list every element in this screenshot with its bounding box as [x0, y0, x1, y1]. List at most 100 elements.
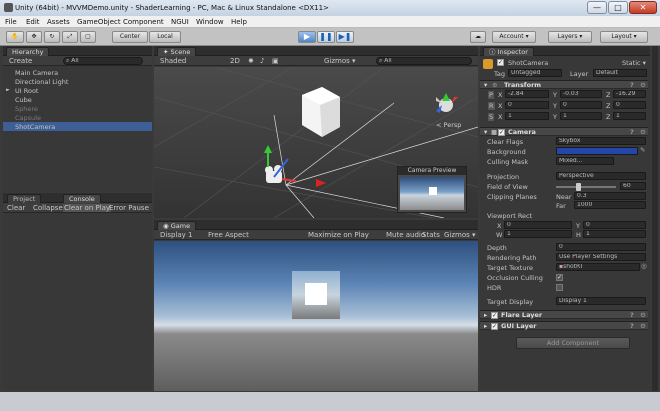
game-gizmos-dropdown[interactable]: Gizmos ▾ [444, 231, 476, 239]
hierarchy-item[interactable]: Directional Light [3, 77, 152, 86]
target-texture-field[interactable]: ▪shotRT [556, 263, 640, 271]
camera-enabled-checkbox[interactable]: ✓ [498, 129, 505, 136]
depth-input[interactable]: 0 [556, 243, 646, 251]
tab-hierarchy[interactable]: Hierarchy [6, 47, 50, 56]
occlusion-culling-checkbox[interactable]: ✓ [556, 274, 563, 281]
scene-gizmos-dropdown[interactable]: Gizmos ▾ [324, 57, 356, 65]
gui-layer-header[interactable]: ▸ ✓ GUI Layer ? ⚙ [480, 321, 648, 330]
tab-console[interactable]: Console [63, 194, 101, 203]
help-icon[interactable]: ? [630, 311, 634, 319]
pivot-center-button[interactable]: Center [112, 31, 148, 43]
clear-flags-dropdown[interactable]: Skybox [556, 137, 646, 145]
console-error-pause-button[interactable]: Error Pause [109, 204, 149, 212]
object-name-field[interactable]: ShotCamera [508, 59, 548, 67]
hierarchy-search-input[interactable]: ⌕ All [63, 57, 143, 65]
y-value-input[interactable]: -0.03 [560, 90, 602, 98]
fov-slider-handle[interactable] [576, 183, 581, 191]
menu-component[interactable]: Component [123, 18, 164, 26]
layers-dropdown[interactable]: Layers ▾ [548, 31, 592, 43]
rendering-path-dropdown[interactable]: Use Player Settings [556, 253, 646, 261]
fov-slider-track[interactable] [556, 186, 616, 188]
projection-dropdown[interactable]: Perspective [556, 172, 646, 180]
lighting-toggle-icon[interactable]: ✹ [248, 57, 254, 65]
gui-layer-checkbox[interactable]: ✓ [491, 323, 498, 330]
transform-header[interactable]: ▾ ⊕ Transform ? ⚙ [480, 80, 648, 89]
hierarchy-item[interactable]: Main Camera [3, 68, 152, 77]
viewport-x-input[interactable]: 0 [504, 221, 572, 229]
pause-button[interactable]: ❚❚ [317, 31, 335, 43]
help-icon[interactable]: ? [630, 322, 634, 330]
close-button[interactable]: ✕ [629, 1, 657, 14]
settings-icon[interactable]: ⚙ [640, 128, 646, 136]
console-clear-button[interactable]: Clear [7, 204, 25, 212]
background-color-field[interactable] [556, 147, 638, 155]
hierarchy-item[interactable]: Capsule [3, 113, 152, 122]
perspective-label[interactable]: < Persp [436, 121, 461, 129]
maximize-button[interactable]: □ [608, 1, 628, 14]
tab-game[interactable]: ◉ Game [157, 221, 197, 230]
mute-audio-button[interactable]: Mute audio [386, 231, 425, 239]
flare-layer-checkbox[interactable]: ✓ [491, 312, 498, 319]
menu-assets[interactable]: Assets [47, 18, 70, 26]
viewport-w-input[interactable]: 1 [504, 230, 572, 238]
pivot-local-button[interactable]: Local [149, 31, 181, 43]
game-viewport[interactable] [154, 241, 478, 391]
eyedropper-icon[interactable]: ✎ [640, 146, 645, 154]
step-button[interactable]: ▶❚ [336, 31, 354, 43]
hand-tool-button[interactable]: ✋ [6, 31, 24, 43]
viewport-h-input[interactable]: 1 [583, 230, 646, 238]
settings-icon[interactable]: ⚙ [640, 81, 646, 89]
fov-input[interactable]: 60 [620, 182, 646, 190]
expand-arrow-icon[interactable]: ► [6, 87, 10, 93]
target-display-dropdown[interactable]: Display 1 [556, 297, 646, 305]
layer-dropdown[interactable]: Default [593, 69, 647, 77]
settings-icon[interactable]: ⚙ [640, 311, 646, 319]
tab-project[interactable]: Project [7, 194, 42, 203]
culling-mask-dropdown[interactable]: Mixed... [556, 157, 614, 165]
x-value-input[interactable]: -2.84 [505, 90, 549, 98]
tab-scene[interactable]: ✦ Scene [157, 47, 197, 56]
aspect-dropdown[interactable]: Free Aspect [208, 231, 249, 239]
menu-gameobject[interactable]: GameObject [77, 18, 121, 26]
scale-tool-button[interactable]: ⤢ [62, 31, 78, 43]
layout-dropdown[interactable]: Layout ▾ [600, 31, 648, 43]
console-clear-on-play-button[interactable]: Clear on Play [63, 204, 112, 212]
display-dropdown[interactable]: Display 1 [160, 231, 192, 239]
y-value-input[interactable]: 1 [560, 112, 602, 120]
hdr-checkbox[interactable] [556, 284, 563, 291]
menu-edit[interactable]: Edit [26, 18, 40, 26]
inspector-scrollbar[interactable] [652, 46, 658, 391]
create-dropdown[interactable]: Create [9, 57, 32, 65]
hierarchy-item[interactable]: ShotCamera [3, 122, 152, 131]
near-input[interactable]: 0.3 [574, 192, 646, 200]
hierarchy-item[interactable]: Cube [3, 95, 152, 104]
move-tool-button[interactable]: ✥ [26, 31, 42, 43]
shading-mode-dropdown[interactable]: Shaded [160, 57, 186, 65]
rect-tool-button[interactable]: ▢ [80, 31, 96, 43]
account-dropdown[interactable]: Account ▾ [492, 31, 536, 43]
menu-help[interactable]: Help [231, 18, 247, 26]
rotate-tool-button[interactable]: ↻ [44, 31, 60, 43]
static-dropdown[interactable]: Static ▾ [622, 59, 646, 67]
x-value-input[interactable]: 0 [505, 101, 549, 109]
console-collapse-button[interactable]: Collapse [33, 204, 63, 212]
hierarchy-item[interactable]: Sphere [3, 104, 152, 113]
add-component-button[interactable]: Add Component [516, 337, 630, 349]
audio-toggle-icon[interactable]: ♪ [260, 57, 264, 65]
play-button[interactable]: ▶ [298, 31, 316, 43]
z-value-input[interactable]: 0 [613, 101, 646, 109]
hierarchy-item[interactable]: ► UI Root [3, 86, 152, 95]
cloud-button[interactable]: ☁ [470, 31, 486, 43]
settings-icon[interactable]: ⚙ [640, 322, 646, 330]
2d-toggle[interactable]: 2D [230, 57, 240, 65]
effects-toggle-icon[interactable]: ▣ [272, 57, 279, 65]
scene-search-input[interactable]: ⌕ All [376, 57, 472, 65]
object-picker-icon[interactable]: ◎ [641, 262, 647, 270]
minimize-button[interactable]: — [587, 1, 607, 14]
help-icon[interactable]: ? [630, 128, 634, 136]
menu-ngui[interactable]: NGUI [171, 18, 189, 26]
stats-button[interactable]: Stats [422, 231, 440, 239]
active-checkbox[interactable]: ✓ [497, 59, 504, 66]
tag-dropdown[interactable]: Untagged [508, 69, 562, 77]
y-value-input[interactable]: 0 [560, 101, 602, 109]
